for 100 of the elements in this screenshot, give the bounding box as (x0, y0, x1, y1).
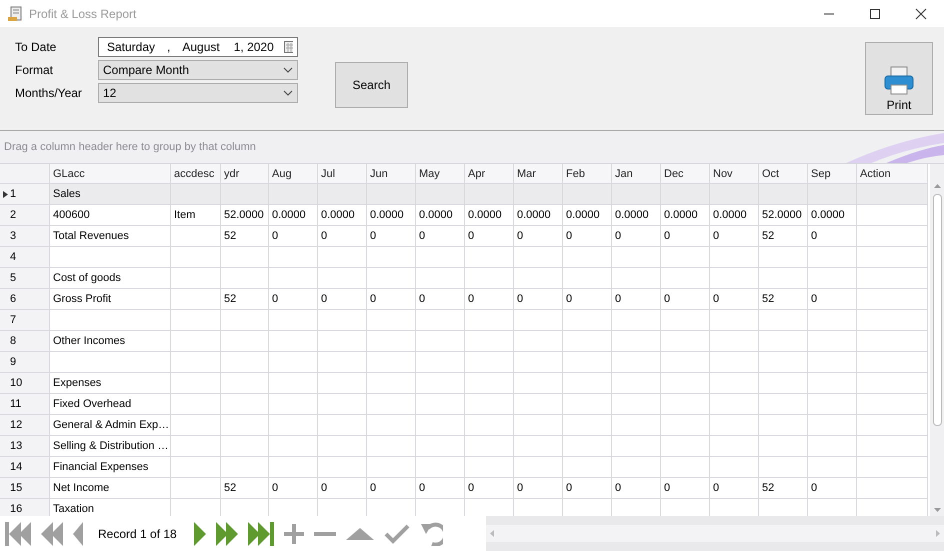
column-header[interactable]: Oct (759, 164, 808, 184)
table-cell (171, 436, 221, 457)
table-cell (465, 331, 514, 352)
table-cell (612, 310, 661, 331)
table-cell (171, 331, 221, 352)
table-cell: 0.0000 (416, 205, 465, 226)
column-header[interactable]: Apr (465, 164, 514, 184)
table-cell (171, 184, 221, 205)
print-button[interactable]: Print (865, 42, 933, 115)
table-row[interactable]: 2 400600 Item 52.0000 0.0000 0.0000 0.0000 0.0000 0.0000 0.0000 0.0000 0.0000 0.0000 0.0000 52.0000 0.0000 (0, 205, 930, 226)
table-cell (221, 184, 269, 205)
column-header[interactable]: Aug (269, 164, 318, 184)
table-cell: 52 (759, 478, 808, 499)
table-row[interactable]: 9 (0, 352, 930, 373)
dropdown[interactable]: Compare Month (98, 60, 298, 80)
column-header[interactable]: Jul (318, 164, 367, 184)
table-cell (808, 268, 857, 289)
table-cell: 0 (367, 289, 416, 310)
table-cell: 52.0000 (221, 205, 269, 226)
table-cell: 0 (465, 226, 514, 247)
table-row[interactable]: 3 Total Revenues 52 0 0 0 0 0 0 0 0 0 0 52 0 (0, 226, 930, 247)
table-cell (416, 415, 465, 436)
table-cell (416, 457, 465, 478)
table-cell (857, 247, 928, 268)
column-header[interactable]: Action (857, 164, 928, 184)
table-cell (612, 331, 661, 352)
table-cell (661, 352, 710, 373)
table-cell (857, 331, 928, 352)
field-label: Months/Year (15, 85, 83, 102)
column-header[interactable]: Nov (710, 164, 759, 184)
table-cell (416, 394, 465, 415)
table-cell (221, 415, 269, 436)
table-cell (563, 184, 612, 205)
table-cell (808, 247, 857, 268)
table-row[interactable]: 5 Cost of goods (0, 268, 930, 289)
table-cell: Other Incomes (50, 331, 171, 352)
dropdown[interactable]: 12 (98, 83, 298, 103)
table-cell (221, 394, 269, 415)
table-row[interactable]: 4 (0, 247, 930, 268)
table-cell: 0 (563, 226, 612, 247)
date-picker[interactable]: Saturday , August 1, 2020 (98, 37, 298, 57)
column-header[interactable]: Jan (612, 164, 661, 184)
table-row[interactable]: 15 Net Income 52 0 0 0 0 0 0 0 0 0 0 52 0 (0, 478, 930, 499)
scroll-up-icon[interactable] (934, 184, 940, 188)
table-row[interactable]: 10 Expenses (0, 373, 930, 394)
table-cell (221, 310, 269, 331)
column-header[interactable]: Jun (367, 164, 416, 184)
table-cell (612, 184, 661, 205)
table-cell (857, 310, 928, 331)
table-row[interactable]: 6 Gross Profit 52 0 0 0 0 0 0 0 0 0 0 52 0 (0, 289, 930, 310)
table-cell (661, 184, 710, 205)
printer-icon (883, 66, 915, 96)
table-cell (514, 331, 563, 352)
table-cell: 0.0000 (612, 205, 661, 226)
report-icon (7, 6, 23, 22)
column-header[interactable]: May (416, 164, 465, 184)
table-cell (465, 415, 514, 436)
table-row[interactable]: 7 (0, 310, 930, 331)
table-cell (318, 310, 367, 331)
table-row[interactable]: 14 Financial Expenses (0, 457, 930, 478)
column-header[interactable]: GLacc (50, 164, 171, 184)
table-cell (221, 457, 269, 478)
row-number: 16 (0, 499, 50, 516)
table-cell (710, 415, 759, 436)
table-row[interactable]: 12 General & Admin Exp… (0, 415, 930, 436)
search-button[interactable]: Search (335, 62, 408, 108)
table-row[interactable]: 8 Other Incomes (0, 331, 930, 352)
table-row[interactable]: 1 Sales (0, 184, 930, 205)
scroll-down-icon[interactable] (934, 508, 940, 512)
table-cell: 0 (318, 478, 367, 499)
calendar-icon (284, 41, 293, 53)
table-cell (857, 184, 928, 205)
column-header[interactable]: Sep (808, 164, 857, 184)
table-cell (661, 331, 710, 352)
horizontal-scrollbar[interactable] (486, 516, 944, 551)
table-cell: Gross Profit (50, 289, 171, 310)
column-header[interactable]: Dec (661, 164, 710, 184)
first-record-icon (5, 522, 31, 546)
table-cell (612, 415, 661, 436)
previous-page-icon (41, 522, 63, 546)
table-cell: 0 (367, 226, 416, 247)
table-cell (367, 268, 416, 289)
previous-icon (73, 522, 83, 546)
table-cell: 0 (416, 478, 465, 499)
table-row[interactable]: 13 Selling & Distribution … (0, 436, 930, 457)
table-cell (269, 352, 318, 373)
scroll-right-icon[interactable] (936, 530, 940, 537)
column-header[interactable]: Mar (514, 164, 563, 184)
row-number: 3 (0, 226, 50, 247)
column-header[interactable]: ydr (221, 164, 269, 184)
table-row[interactable]: 11 Fixed Overhead (0, 394, 930, 415)
scroll-left-icon[interactable] (490, 530, 494, 537)
table-cell (269, 394, 318, 415)
table-cell (661, 268, 710, 289)
column-header[interactable]: accdesc (171, 164, 221, 184)
table-cell (269, 247, 318, 268)
column-header[interactable]: Feb (563, 164, 612, 184)
vertical-scrollbar[interactable] (930, 164, 944, 516)
row-number: 14 (0, 457, 50, 478)
maximize-icon (869, 8, 881, 20)
